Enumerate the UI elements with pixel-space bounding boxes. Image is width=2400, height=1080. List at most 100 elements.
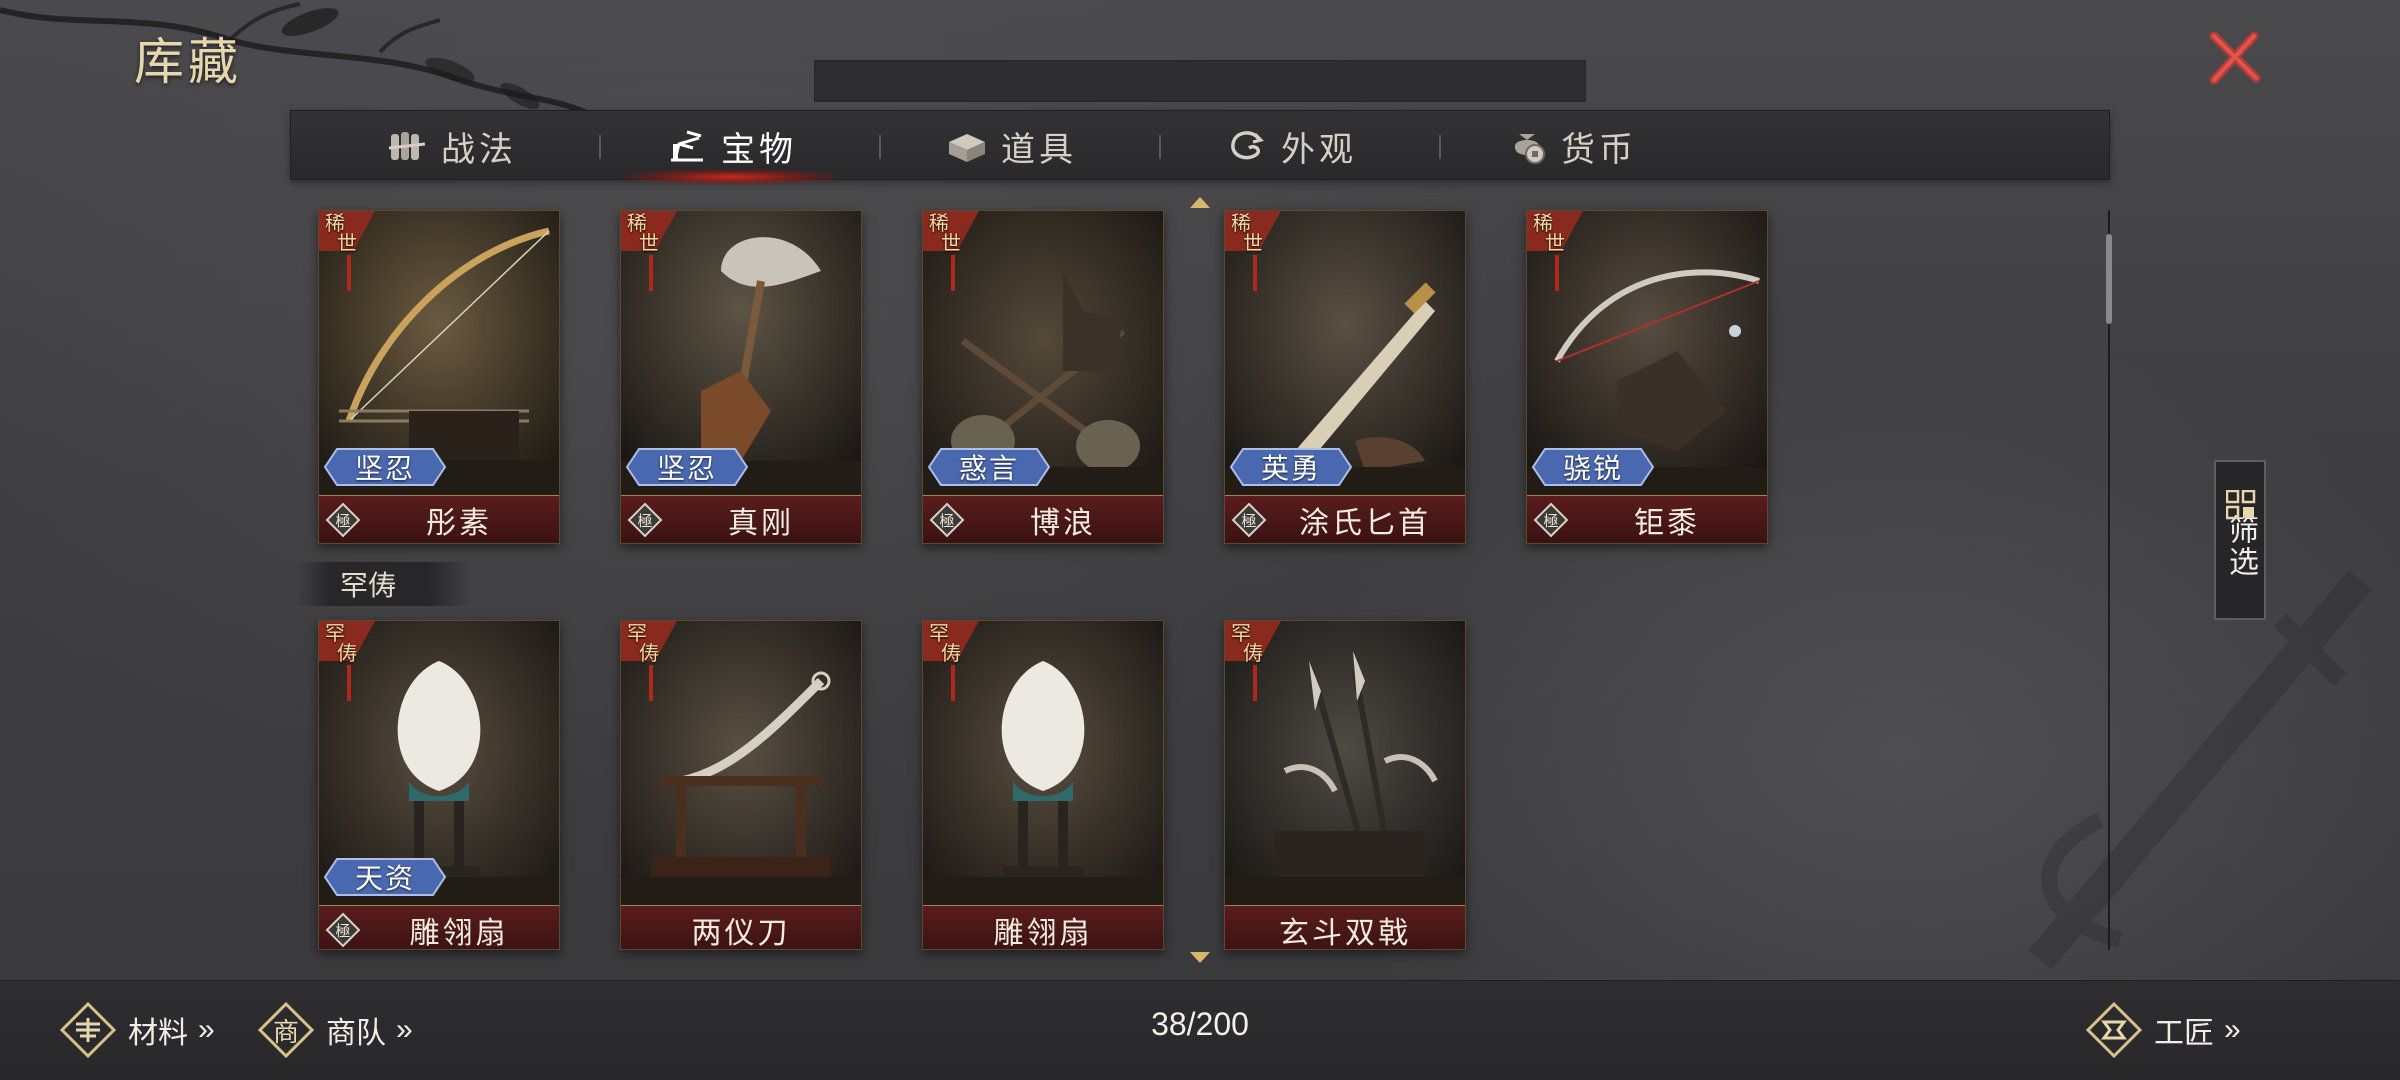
rarity-label: 稀世: [1231, 213, 1271, 253]
rarity-label: 稀世: [627, 213, 667, 253]
rarity-label: 稀世: [929, 213, 969, 253]
treasure-stand-icon: [671, 130, 703, 162]
card-namebar: 玄斗双戟: [1225, 905, 1465, 950]
card-namebar: 極 雕翎扇: [319, 905, 559, 950]
rarity-char: 俦: [639, 641, 659, 665]
rarity-char: 世: [1243, 231, 1263, 255]
tab-currency[interactable]: 货币: [1431, 111, 1711, 181]
grade-label: 極: [1543, 511, 1559, 530]
rarity-label: 稀世: [1533, 213, 1573, 253]
item-name: 涂氏匕首: [1299, 506, 1431, 541]
chevron-right-icon: »: [396, 1013, 413, 1046]
treasure-card[interactable]: 稀世 英勇 極 涂氏匕首: [1224, 210, 1466, 544]
tab-tactics[interactable]: 战法: [311, 111, 591, 181]
chevron-right-icon: »: [198, 1013, 215, 1046]
artisan-label: 工匠: [2154, 1017, 2214, 1050]
rarity-char: 俦: [337, 641, 357, 665]
trait-label: 英勇: [1260, 452, 1321, 485]
storage-count: 38/200: [1151, 1006, 1249, 1042]
treasure-card[interactable]: 稀世 惑言 極 博浪: [922, 210, 1164, 544]
grade-label: 極: [1241, 511, 1257, 530]
grade-label: 極: [335, 511, 351, 530]
ink-sword-decoration: [2028, 570, 2372, 970]
chevron-right-icon: »: [2224, 1013, 2241, 1046]
rarity-char: 俦: [941, 641, 961, 665]
artisan-button[interactable]: 工匠 »: [2084, 980, 2241, 1080]
grid-filter-icon: [2226, 490, 2256, 520]
tab-treasures[interactable]: 宝物: [591, 111, 871, 185]
materials-icon: [59, 1001, 117, 1059]
rarity-char: 罕: [929, 621, 949, 645]
treasure-card[interactable]: 稀世 骁锐 極 钜黍: [1526, 210, 1768, 544]
treasure-card[interactable]: 罕俦 玄斗双戟: [1224, 620, 1466, 950]
rarity-char: 罕: [1231, 621, 1251, 645]
tab-label: 宝物: [721, 129, 797, 170]
item-name: 钜黍: [1634, 506, 1700, 541]
trait-label: 坚忍: [354, 452, 415, 485]
caravan-icon: 商: [256, 1000, 316, 1060]
item-name: 雕翎扇: [993, 916, 1093, 950]
rarity-char: 罕: [627, 621, 647, 645]
card-namebar: 極 博浪: [923, 495, 1163, 543]
materials-button[interactable]: 材料 »: [58, 980, 215, 1080]
rarity-char: 稀: [1533, 211, 1553, 235]
scroll-up-arrow-icon[interactable]: [1188, 194, 1212, 210]
rarity-char: 罕: [325, 621, 345, 645]
caravan-button[interactable]: 商 商队 »: [256, 980, 413, 1080]
item-name: 博浪: [1030, 506, 1096, 541]
treasure-card[interactable]: 稀世 坚忍 極 彤素: [318, 210, 560, 544]
card-namebar: 極 钜黍: [1527, 495, 1767, 543]
grade-label: 極: [939, 511, 955, 530]
grade-label: 極: [335, 921, 351, 940]
treasure-card[interactable]: 稀世 坚忍 極 真刚: [620, 210, 862, 544]
coin-pouch-icon: [1514, 134, 1545, 164]
card-namebar: 極 真刚: [621, 495, 861, 543]
item-name: 玄斗双戟: [1279, 916, 1411, 950]
trait-label: 天资: [354, 862, 415, 895]
page-title: 库藏: [134, 33, 242, 91]
treasure-card[interactable]: 罕俦 天资 極 雕翎扇: [318, 620, 560, 950]
scroll-down-arrow-icon[interactable]: [1188, 950, 1212, 966]
card-namebar: 極 涂氏匕首: [1225, 495, 1465, 543]
rarity-char: 稀: [325, 211, 345, 235]
artisan-icon: [2085, 1001, 2143, 1059]
tab-appearance[interactable]: 外观: [1151, 111, 1431, 181]
item-name: 雕翎扇: [409, 916, 509, 950]
caravan-label: 商队: [326, 1017, 386, 1050]
item-name: 两仪刀: [691, 916, 791, 950]
rarity-label: 稀世: [325, 213, 365, 253]
rarity-label: 罕俦: [627, 623, 667, 663]
item-name: 真刚: [728, 506, 794, 541]
rarity-char: 世: [639, 231, 659, 255]
tab-label: 战法: [441, 129, 517, 170]
item-name: 彤素: [426, 506, 492, 541]
trait-label: 惑言: [958, 452, 1019, 485]
tab-label: 道具: [1001, 129, 1077, 170]
card-namebar: 两仪刀: [621, 905, 861, 950]
rarity-char: 稀: [929, 211, 949, 235]
close-icon[interactable]: [2204, 28, 2264, 88]
card-namebar: 雕翎扇: [923, 905, 1163, 950]
trait-label: 骁锐: [1562, 452, 1623, 485]
tab-bar: 战法 宝物 道具 外观 货币: [290, 110, 2110, 185]
rarity-char: 俦: [1243, 641, 1263, 665]
treasure-card[interactable]: 罕俦 雕翎扇: [922, 620, 1164, 950]
filter-button[interactable]: 筛选: [2214, 460, 2266, 620]
rarity-char: 世: [337, 231, 357, 255]
box-icon: [949, 134, 985, 162]
rarity-char: 稀: [627, 211, 647, 235]
rarity-label: 罕俦: [1231, 623, 1271, 663]
tab-label: 货币: [1561, 129, 1637, 170]
rarity-char: 稀: [1231, 211, 1251, 235]
grade-label: 極: [637, 511, 653, 530]
filter-label: 筛选: [2223, 514, 2258, 578]
tab-items[interactable]: 道具: [871, 111, 1151, 181]
materials-label: 材料: [128, 1017, 188, 1050]
rarity-char: 世: [941, 231, 961, 255]
swirl-icon: [1231, 131, 1264, 160]
caravan-icon-glyph: 商: [272, 1017, 299, 1048]
rarity-label: 罕俦: [325, 623, 365, 663]
treasure-card[interactable]: 罕俦 两仪刀: [620, 620, 862, 950]
scrollbar-thumb[interactable]: [2106, 234, 2112, 324]
scroll-bundle-icon: [388, 132, 426, 160]
